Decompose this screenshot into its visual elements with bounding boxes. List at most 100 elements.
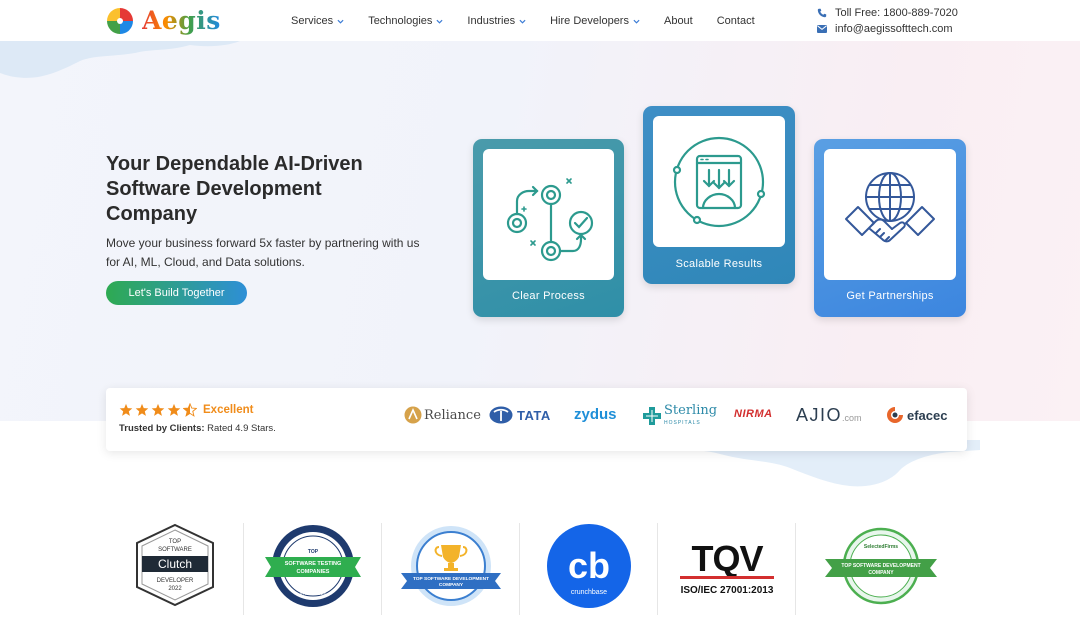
- phone-link[interactable]: Toll Free: 1800-889-7020: [817, 5, 958, 21]
- clutch-year: 2022: [168, 586, 182, 592]
- brand-name: AJIO: [796, 405, 843, 425]
- selectedfirms-badge-icon: SelectedFirms TOP SOFTWARE DEVELOPMENT C…: [825, 527, 937, 605]
- selectedfirms-line1: TOP SOFTWARE DEVELOPMENT: [841, 563, 920, 569]
- testing-line1: TOP: [307, 549, 318, 555]
- brand-suffix: .com: [842, 413, 862, 423]
- chevron-down-icon: [633, 19, 640, 24]
- card-label: Clear Process: [512, 290, 585, 302]
- hero-title-line: Company: [106, 203, 198, 225]
- card-image: [483, 149, 614, 280]
- award-goodfirms[interactable]: TOP SOFTWARE DEVELOPMENT COMPANY: [382, 523, 519, 617]
- star-icon: [151, 403, 165, 416]
- testing-line4: in India 2022: [300, 591, 326, 596]
- brand-tata: TATA: [489, 406, 551, 424]
- process-flow-icon: [506, 177, 593, 261]
- chevron-down-icon: [337, 19, 344, 24]
- phone-text: Toll Free: 1800-889-7020: [835, 7, 958, 19]
- brand-efacec: efacec: [885, 406, 947, 424]
- brand-nirma: NIRMA: [734, 408, 773, 420]
- brand-name: Reliance: [424, 407, 481, 423]
- tqv-cert: ISO/IEC 27001:2013: [680, 585, 773, 596]
- award-tqv-iso[interactable]: TQV ISO/IEC 27001:2013: [658, 523, 795, 617]
- trust-bar: Excellent Trusted by Clients: Rated 4.9 …: [106, 388, 967, 451]
- site-header: Aegis Services Technologies Industries H…: [0, 0, 1080, 41]
- brand-sterling: Sterling HOSPITALS: [643, 404, 717, 428]
- award-crunchbase[interactable]: cb crunchbase: [520, 523, 657, 617]
- card-image: [824, 149, 956, 280]
- scalable-results-icon: [672, 136, 766, 227]
- rating-stars: Excellent: [119, 403, 254, 417]
- logo-text: Aegis: [142, 6, 221, 35]
- brand-name: zydus: [574, 406, 617, 423]
- main-nav: Services Technologies Industries Hire De…: [291, 15, 779, 27]
- aegis-logo-icon: [107, 7, 133, 34]
- clutch-badge-icon: TOP SOFTWARE Clutch DEVELOPER 2022: [135, 523, 214, 607]
- sterling-cross-icon: [643, 407, 661, 425]
- clutch-software: SOFTWARE: [158, 547, 192, 553]
- tata-logo-icon: [489, 406, 513, 424]
- nav-hire-developers[interactable]: Hire Developers: [550, 15, 640, 27]
- nav-about[interactable]: About: [664, 15, 693, 27]
- card-label: Scalable Results: [675, 258, 763, 270]
- selectedfirms-line2: COMPANY: [868, 570, 894, 576]
- lets-build-together-button[interactable]: Let's Build Together: [106, 281, 247, 305]
- tqv-mark: TQV: [691, 538, 763, 579]
- software-testing-badge-icon: TOP SOFTWARE TESTING COMPANIES in India …: [264, 525, 361, 607]
- selectedfirms-name: SelectedFirms: [864, 544, 898, 550]
- nav-label: Technologies: [368, 15, 433, 27]
- nav-label: Contact: [716, 15, 755, 27]
- email-link[interactable]: info@aegissofttech.com: [817, 21, 958, 37]
- efacec-logo-icon: [887, 407, 903, 423]
- clutch-developer: DEVELOPER: [156, 578, 193, 584]
- nav-industries[interactable]: Industries: [467, 15, 526, 27]
- trusted-rating: Rated 4.9 Stars.: [207, 423, 276, 434]
- chevron-down-icon: [519, 19, 526, 24]
- trusted-by-clients: Trusted by Clients: Rated 4.9 Stars.: [119, 423, 276, 434]
- brand-name: TATA: [517, 407, 551, 423]
- nav-contact[interactable]: Contact: [717, 15, 755, 27]
- hero-title-line: Software Development: [106, 178, 322, 200]
- star-icon: [119, 403, 133, 416]
- testing-line3: COMPANIES: [296, 569, 329, 575]
- star-icon: [167, 403, 181, 416]
- brand-zydus: zydus: [574, 406, 617, 423]
- tqv-iso-logo-icon: TQV ISO/IEC 27001:2013: [679, 538, 774, 596]
- goodfirms-line1: TOP SOFTWARE DEVELOPMENT: [412, 576, 488, 582]
- clutch-top: TOP: [168, 539, 180, 545]
- goodfirms-line2: COMPANY: [438, 582, 463, 588]
- star-icon: [135, 403, 149, 416]
- hero-subtitle-line: Move your business forward 5x faster by …: [106, 236, 420, 250]
- feature-card-scalable-results[interactable]: Scalable Results: [643, 106, 795, 284]
- award-clutch[interactable]: TOP SOFTWARE Clutch DEVELOPER 2022: [106, 523, 243, 617]
- brand-name: Sterling: [664, 403, 718, 418]
- crunchbase-name: crunchbase: [570, 589, 606, 596]
- brand-ajio: AJIO .com: [796, 405, 862, 426]
- trusted-prefix: Trusted by Clients:: [119, 423, 205, 434]
- award-selectedfirms[interactable]: SelectedFirms TOP SOFTWARE DEVELOPMENT C…: [796, 523, 966, 617]
- goodfirms-badge-icon: TOP SOFTWARE DEVELOPMENT COMPANY: [400, 526, 501, 606]
- nav-label: Industries: [467, 15, 516, 27]
- nav-label: Services: [291, 15, 334, 27]
- header-contact: Toll Free: 1800-889-7020 info@aegissoftt…: [817, 5, 958, 37]
- testing-line2: SOFTWARE TESTING: [284, 561, 341, 567]
- feature-card-clear-process[interactable]: Clear Process: [473, 139, 624, 317]
- award-software-testing[interactable]: TOP SOFTWARE TESTING COMPANIES in India …: [244, 523, 381, 617]
- brand-tagline: HOSPITALS: [664, 420, 701, 426]
- feature-card-get-partnerships[interactable]: Get Partnerships: [814, 139, 966, 317]
- nav-label: About: [663, 15, 693, 27]
- nav-services[interactable]: Services: [291, 15, 344, 27]
- email-text: info@aegissofttech.com: [835, 23, 953, 35]
- card-image: [653, 116, 785, 247]
- crunchbase-mark: cb: [567, 545, 609, 586]
- phone-icon: [817, 8, 827, 18]
- hero-title-line: Your Dependable AI-Driven: [106, 153, 363, 175]
- mail-icon: [817, 25, 827, 33]
- brand-reliance: Reliance: [404, 406, 481, 424]
- logo[interactable]: Aegis: [106, 6, 221, 35]
- chevron-down-icon: [436, 19, 443, 24]
- awards-row: TOP SOFTWARE Clutch DEVELOPER 2022 TOP S…: [106, 523, 966, 617]
- nav-technologies[interactable]: Technologies: [368, 15, 443, 27]
- hero-subtitle: Move your business forward 5x faster by …: [106, 234, 456, 271]
- hero-title: Your Dependable AI-Driven Software Devel…: [106, 152, 446, 227]
- brand-name: NIRMA: [734, 408, 773, 420]
